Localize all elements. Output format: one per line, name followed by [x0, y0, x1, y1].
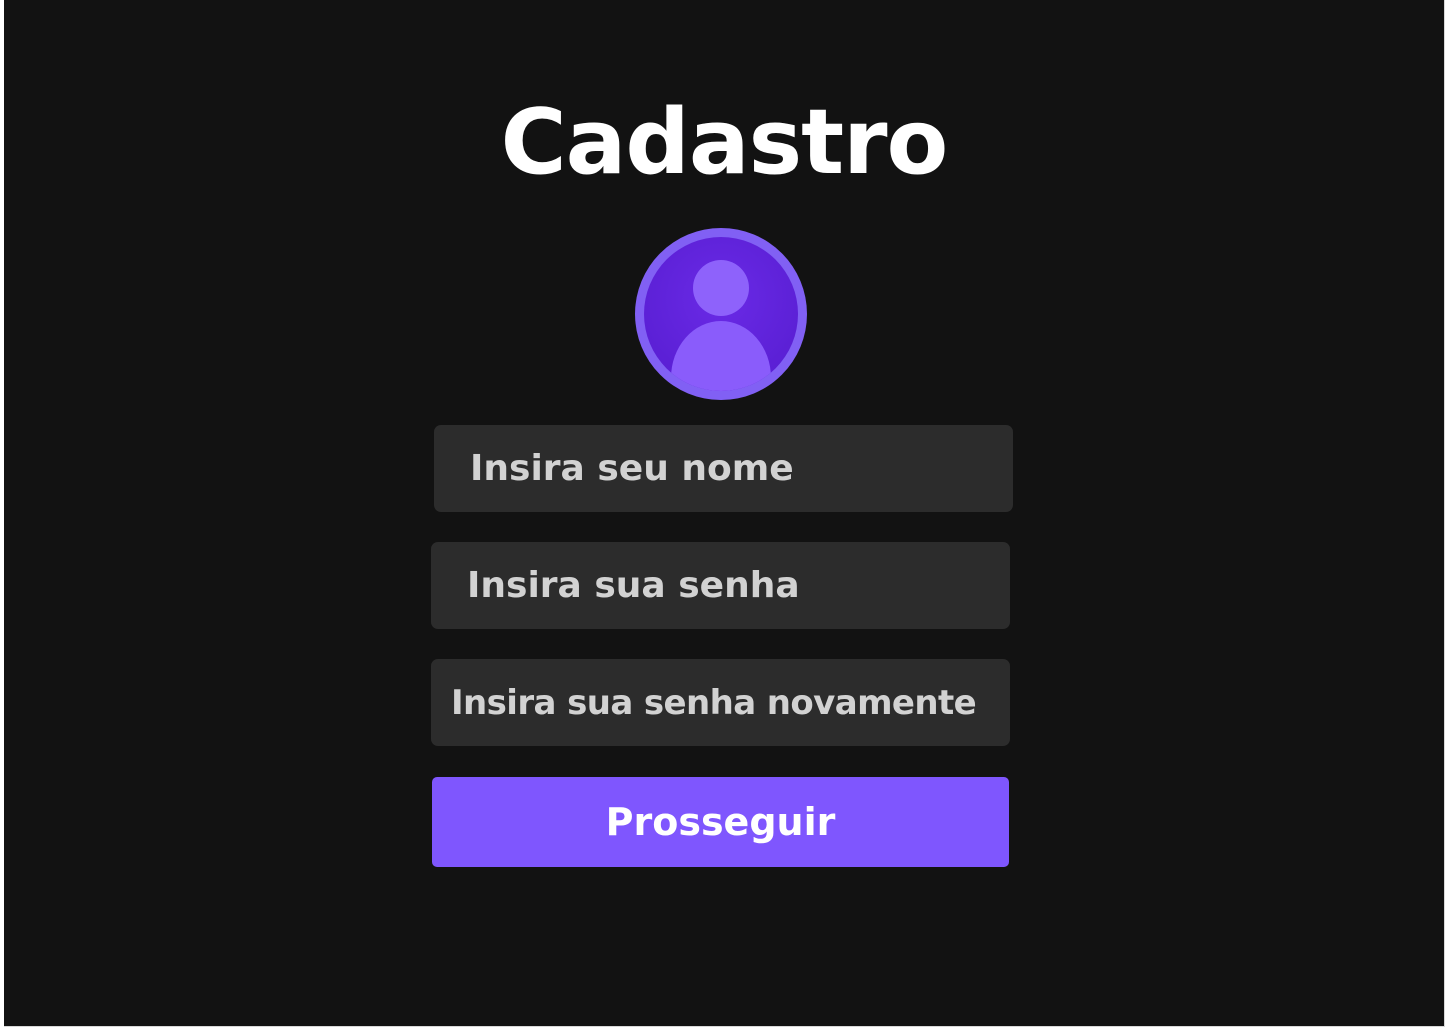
registration-screen: Cadastro Insira seu nome Insira sua senh…	[4, 0, 1445, 1027]
confirm-password-input[interactable]: Insira sua senha novamente	[431, 659, 1010, 746]
avatar-head	[693, 260, 749, 316]
page-title: Cadastro	[500, 90, 949, 195]
proceed-button[interactable]: Prosseguir	[432, 777, 1009, 867]
avatar-graphic	[635, 228, 807, 400]
user-avatar-icon[interactable]	[635, 228, 807, 400]
name-input[interactable]: Insira seu nome	[434, 425, 1013, 512]
password-input[interactable]: Insira sua senha	[431, 542, 1010, 629]
